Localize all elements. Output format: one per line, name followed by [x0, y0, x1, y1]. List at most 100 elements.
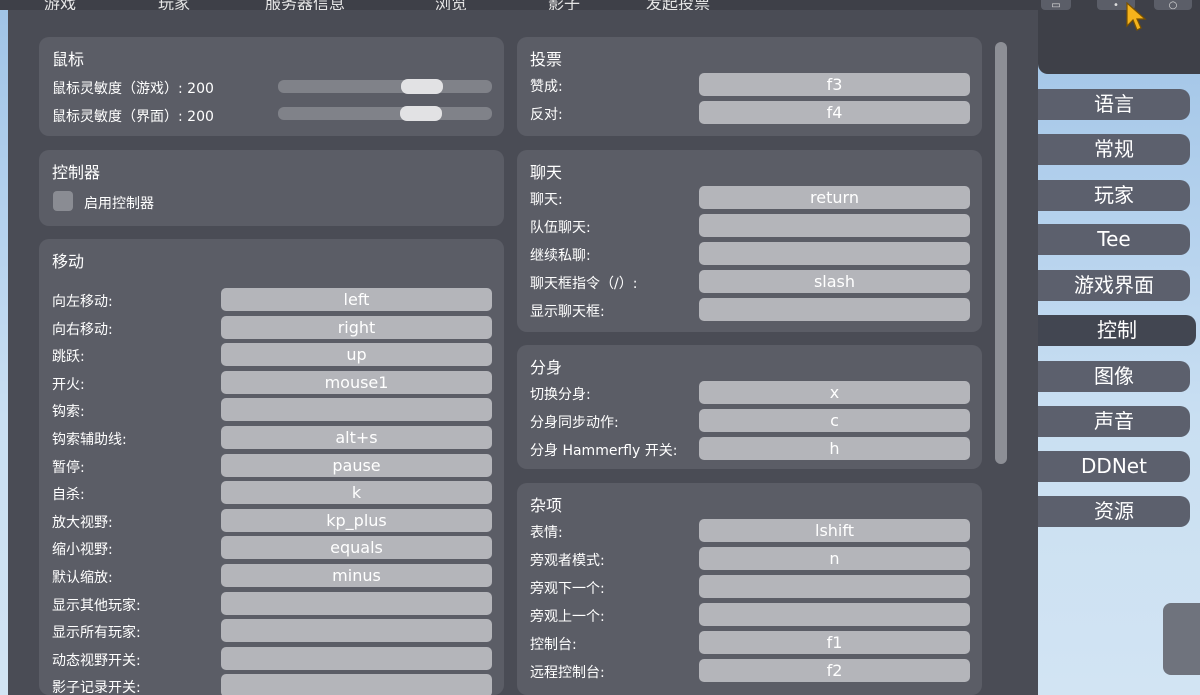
- slider-handle[interactable]: [400, 106, 442, 121]
- chat-keybind-button[interactable]: [699, 242, 970, 265]
- top-tab-server-info[interactable]: 服务器信息: [265, 0, 345, 10]
- dummy-row-label: 分身 Hammerfly 开关:: [530, 443, 678, 459]
- movement-row-label: 显示其他玩家:: [52, 598, 141, 614]
- movement-row-label: 跳跃:: [52, 349, 85, 365]
- vote-row-label: 赞成:: [530, 79, 563, 95]
- movement-keybind-button[interactable]: minus: [221, 564, 492, 587]
- movement-keybind-button[interactable]: [221, 647, 492, 670]
- dummy-section: 分身 切换分身: x 分身同步动作: c 分身 Hammerfly 开关: h: [517, 345, 982, 469]
- mouse-cursor-icon: [1126, 2, 1147, 31]
- vote-section: 投票 赞成: f3 反对: f4: [517, 37, 982, 136]
- section-title: 控制器: [52, 163, 101, 182]
- top-tab-game[interactable]: 游戏: [44, 0, 76, 10]
- chat-keybind-button[interactable]: [699, 298, 970, 321]
- vote-row-label: 反对:: [530, 107, 563, 123]
- tab-tee[interactable]: Tee: [1038, 224, 1190, 255]
- movement-row-label: 暂停:: [52, 460, 85, 476]
- top-tab-call-vote[interactable]: 发起投票: [646, 0, 710, 10]
- chat-row-label: 聊天:: [530, 192, 563, 208]
- section-title: 分身: [530, 358, 563, 377]
- chat-section: 聊天 聊天: return 队伍聊天: 继续私聊: 聊天框指令（/）: slash 显示聊天…: [517, 150, 982, 332]
- chat-keybind-button[interactable]: return: [699, 186, 970, 209]
- section-title: 杂项: [530, 496, 563, 515]
- dummy-keybind-button[interactable]: x: [699, 381, 970, 404]
- mouse-section: 鼠标 鼠标灵敏度（游戏）: 200 鼠标灵敏度（界面）: 200: [39, 37, 504, 136]
- vote-keybind-button[interactable]: f4: [699, 101, 970, 124]
- dummy-keybind-button[interactable]: h: [699, 437, 970, 460]
- movement-keybind-button[interactable]: up: [221, 343, 492, 366]
- section-title: 鼠标: [52, 50, 85, 69]
- chat-row-label: 显示聊天框:: [530, 304, 605, 320]
- movement-row-label: 缩小视野:: [52, 542, 113, 558]
- vote-keybind-button[interactable]: f3: [699, 73, 970, 96]
- misc-keybind-button[interactable]: n: [699, 547, 970, 570]
- enable-controller-checkbox[interactable]: [53, 191, 73, 211]
- dummy-keybind-button[interactable]: c: [699, 409, 970, 432]
- top-tab-browse[interactable]: 浏览: [435, 0, 467, 10]
- top-right-panel: ▭ • ○: [1038, 0, 1200, 74]
- tab-graphics[interactable]: 图像: [1038, 361, 1190, 392]
- settings-panel: 鼠标 鼠标灵敏度（游戏）: 200 鼠标灵敏度（界面）: 200 控制器 启用控…: [8, 10, 1038, 695]
- misc-keybind-button[interactable]: f1: [699, 631, 970, 654]
- movement-keybind-button[interactable]: k: [221, 481, 492, 504]
- slider-handle[interactable]: [401, 79, 443, 94]
- quit-button[interactable]: ○: [1154, 0, 1192, 10]
- movement-keybind-button[interactable]: pause: [221, 454, 492, 477]
- tab-sound[interactable]: 声音: [1038, 406, 1190, 437]
- movement-keybind-button[interactable]: mouse1: [221, 371, 492, 394]
- movement-keybind-button[interactable]: right: [221, 316, 492, 339]
- settings-scrollbar[interactable]: [995, 42, 1007, 464]
- top-tab-players[interactable]: 玩家: [158, 0, 190, 10]
- small-window-button[interactable]: ▭: [1041, 0, 1071, 10]
- tab-controls[interactable]: 控制: [1038, 315, 1196, 346]
- tab-language[interactable]: 语言: [1038, 89, 1190, 120]
- movement-row-label: 默认缩放:: [52, 570, 113, 586]
- movement-section: 移动 向左移动: left 向右移动: right 跳跃: up 开火: mouse1 钩索: 钩…: [39, 239, 504, 695]
- movement-keybind-button[interactable]: kp_plus: [221, 509, 492, 532]
- movement-keybind-button[interactable]: left: [221, 288, 492, 311]
- movement-row-label: 动态视野开关:: [52, 653, 141, 669]
- movement-keybind-button[interactable]: [221, 619, 492, 642]
- misc-section: 杂项 表情: lshift 旁观者模式: n 旁观下一个: 旁观上一个: 控制台: f1 远程控…: [517, 483, 982, 695]
- section-title: 移动: [52, 252, 85, 271]
- movement-keybind-button[interactable]: equals: [221, 536, 492, 559]
- mouse-sens-ui-slider[interactable]: [278, 106, 492, 121]
- movement-keybind-button[interactable]: [221, 398, 492, 421]
- enable-controller-label: 启用控制器: [84, 196, 154, 212]
- section-title: 聊天: [530, 163, 563, 182]
- movement-row-label: 钩索辅助线:: [52, 432, 127, 448]
- chat-keybind-button[interactable]: slash: [699, 270, 970, 293]
- chat-row-label: 队伍聊天:: [530, 220, 591, 236]
- tab-player[interactable]: 玩家: [1038, 180, 1190, 211]
- movement-keybind-button[interactable]: alt+s: [221, 426, 492, 449]
- misc-row-label: 旁观下一个:: [530, 581, 605, 597]
- movement-row-label: 向右移动:: [52, 322, 113, 338]
- misc-row-label: 表情:: [530, 525, 563, 541]
- tab-general[interactable]: 常规: [1038, 134, 1190, 165]
- misc-keybind-button[interactable]: [699, 575, 970, 598]
- chat-row-label: 聊天框指令（/）:: [530, 276, 638, 292]
- misc-keybind-button[interactable]: f2: [699, 659, 970, 682]
- chat-row-label: 继续私聊:: [530, 248, 591, 264]
- chat-keybind-button[interactable]: [699, 214, 970, 237]
- misc-row-label: 控制台:: [530, 637, 577, 653]
- movement-row-label: 显示所有玩家:: [52, 625, 141, 641]
- tab-assets[interactable]: 资源: [1038, 496, 1190, 527]
- tab-ddnet[interactable]: DDNet: [1038, 451, 1190, 482]
- movement-keybind-button[interactable]: [221, 592, 492, 615]
- dummy-row-label: 切换分身:: [530, 387, 591, 403]
- movement-row-label: 开火:: [52, 377, 85, 393]
- movement-row-label: 自杀:: [52, 487, 85, 503]
- tab-hud[interactable]: 游戏界面: [1038, 270, 1190, 301]
- emote-shortcuts-panel[interactable]: [1163, 603, 1200, 675]
- dummy-row-label: 分身同步动作:: [530, 415, 619, 431]
- misc-row-label: 旁观上一个:: [530, 609, 605, 625]
- mouse-sens-game-slider[interactable]: [278, 79, 492, 94]
- movement-keybind-button[interactable]: [221, 674, 492, 695]
- misc-row-label: 旁观者模式:: [530, 553, 605, 569]
- controller-section: 控制器 启用控制器: [39, 150, 504, 226]
- top-tab-ghost[interactable]: 影子: [548, 0, 580, 10]
- movement-row-label: 钩索:: [52, 404, 85, 420]
- misc-keybind-button[interactable]: lshift: [699, 519, 970, 542]
- misc-keybind-button[interactable]: [699, 603, 970, 626]
